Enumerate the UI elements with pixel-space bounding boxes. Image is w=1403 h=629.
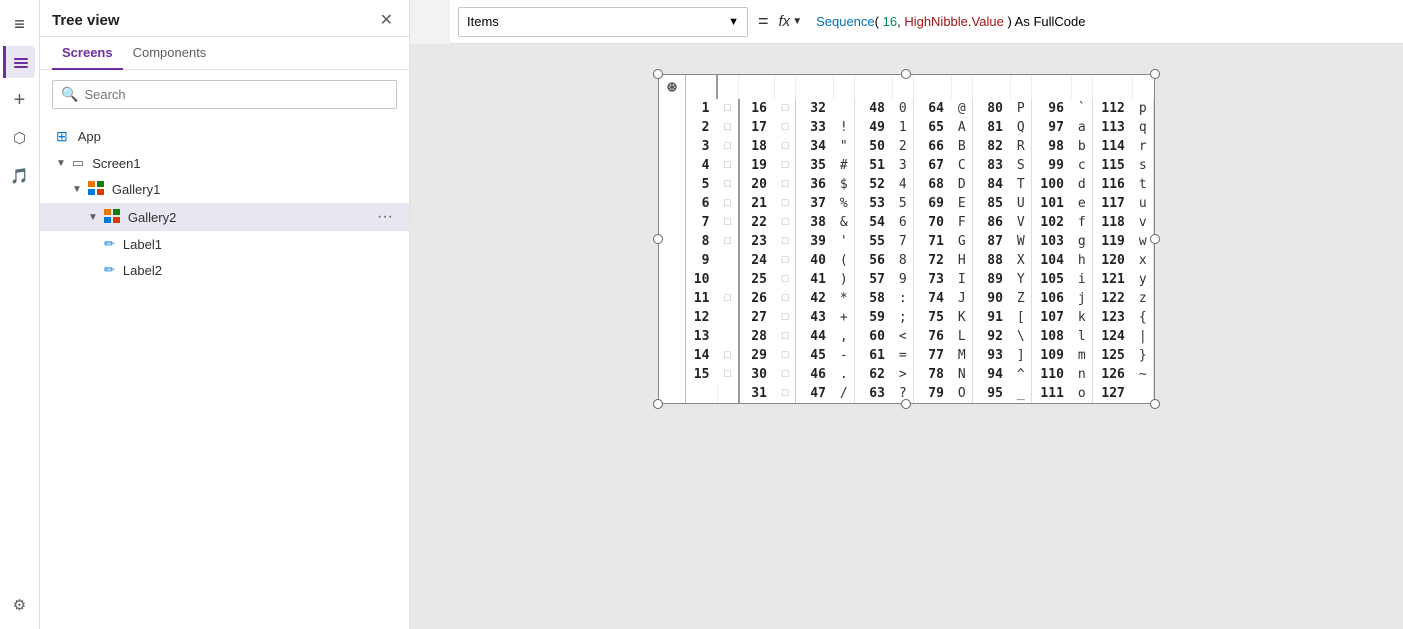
tree-item-gallery2[interactable]: ▼ Gallery2 ··· [40, 203, 409, 231]
media-icon[interactable]: 🎵 [4, 160, 36, 192]
formula-paren-open: ( [875, 14, 883, 29]
context-menu-icon[interactable]: ··· [373, 208, 397, 226]
handle-bottom-center[interactable] [901, 399, 911, 409]
tree-item-screen1[interactable]: ▼ ▭ Screen1 [40, 150, 409, 176]
label1-label: Label1 [123, 237, 162, 252]
tree-content: ⊞ App ▼ ▭ Screen1 ▼ Gallery1 [40, 119, 409, 629]
app-icon: ⊞ [56, 128, 68, 145]
dropdown-chevron-icon: ▼ [728, 16, 739, 28]
screen-icon: ▭ [72, 155, 84, 171]
label2-label: Label2 [123, 263, 162, 278]
chevron-down-icon-gallery2: ▼ [88, 212, 98, 223]
search-input[interactable] [84, 87, 388, 102]
hamburger-menu-icon[interactable]: ≡ [4, 8, 36, 40]
app-layout: ≡ + ⬡ 🎵 ⚙ Tree view ✕ Screens Components… [0, 0, 1403, 629]
gallery2-label: Gallery2 [128, 210, 176, 225]
handle-top-center[interactable] [901, 69, 911, 79]
app-label: App [78, 129, 101, 144]
fx-chevron-icon: ▼ [792, 16, 802, 27]
tree-item-label1[interactable]: ✏ Label1 [40, 231, 409, 257]
add-icon[interactable]: + [4, 84, 36, 116]
tree-item-app[interactable]: ⊞ App [40, 123, 409, 150]
formula-field: Value [972, 14, 1004, 29]
tree-panel: Tree view ✕ Screens Components 🔍 ⊞ App ▼ [40, 0, 410, 629]
search-box: 🔍 [52, 80, 397, 109]
formula-bar: Items ▼ = fx ▼ Sequence( 16, HighNibble.… [450, 0, 1403, 44]
gallery1-icon [88, 181, 104, 198]
tree-header: Tree view ✕ [40, 0, 409, 37]
ascii-data-table: ⊛1□16□3248064@80P96`112p2□17□33!49165A81… [659, 75, 1153, 403]
settings-icon[interactable]: ⚙ [4, 589, 36, 621]
right-section: Items ▼ = fx ▼ Sequence( 16, HighNibble.… [410, 0, 1403, 629]
fx-button[interactable]: fx ▼ [779, 13, 803, 30]
layers-icon[interactable] [3, 46, 35, 78]
gallery1-label: Gallery1 [112, 182, 160, 197]
tree-title: Tree view [52, 12, 120, 29]
chevron-down-icon-gallery1: ▼ [72, 184, 82, 195]
tree-item-gallery1[interactable]: ▼ Gallery1 [40, 176, 409, 203]
label2-icon: ✏ [104, 262, 115, 278]
gallery-selection-wrapper: ⊛1□16□3248064@80P96`112p2□17□33!49165A81… [658, 74, 1154, 404]
formula-obj: HighNibble [904, 14, 968, 29]
formula-paren-close: ) As FullCode [1004, 14, 1086, 29]
tab-screens[interactable]: Screens [52, 37, 123, 70]
screen1-label: Screen1 [92, 156, 140, 171]
handle-middle-left[interactable] [653, 234, 663, 244]
formula-num: 16 [883, 14, 897, 29]
formula-sequence-kw: Sequence [816, 14, 875, 29]
tab-components[interactable]: Components [123, 37, 217, 70]
dropdown-label: Items [467, 14, 499, 29]
handle-bottom-right[interactable] [1150, 399, 1160, 409]
items-dropdown[interactable]: Items ▼ [458, 7, 748, 37]
handle-top-right[interactable] [1150, 69, 1160, 79]
fx-label: fx [779, 13, 791, 30]
formula-text-area: Sequence( 16, HighNibble.Value ) As Full… [808, 14, 1395, 29]
gallery2-icon [104, 209, 120, 226]
close-icon[interactable]: ✕ [376, 8, 397, 32]
canvas-area: ⊛1□16□3248064@80P96`112p2□17□33!49165A81… [410, 44, 1403, 629]
tree-item-label2[interactable]: ✏ Label2 [40, 257, 409, 283]
gallery-widget: ⊛1□16□3248064@80P96`112p2□17□33!49165A81… [658, 74, 1154, 404]
icon-bar: ≡ + ⬡ 🎵 ⚙ [0, 0, 40, 629]
equals-sign: = [754, 11, 773, 32]
handle-bottom-left[interactable] [653, 399, 663, 409]
shapes-icon[interactable]: ⬡ [4, 122, 36, 154]
tree-tabs: Screens Components [40, 37, 409, 70]
search-icon: 🔍 [61, 86, 78, 103]
label1-icon: ✏ [104, 236, 115, 252]
chevron-down-icon: ▼ [56, 158, 66, 169]
handle-middle-right[interactable] [1150, 234, 1160, 244]
